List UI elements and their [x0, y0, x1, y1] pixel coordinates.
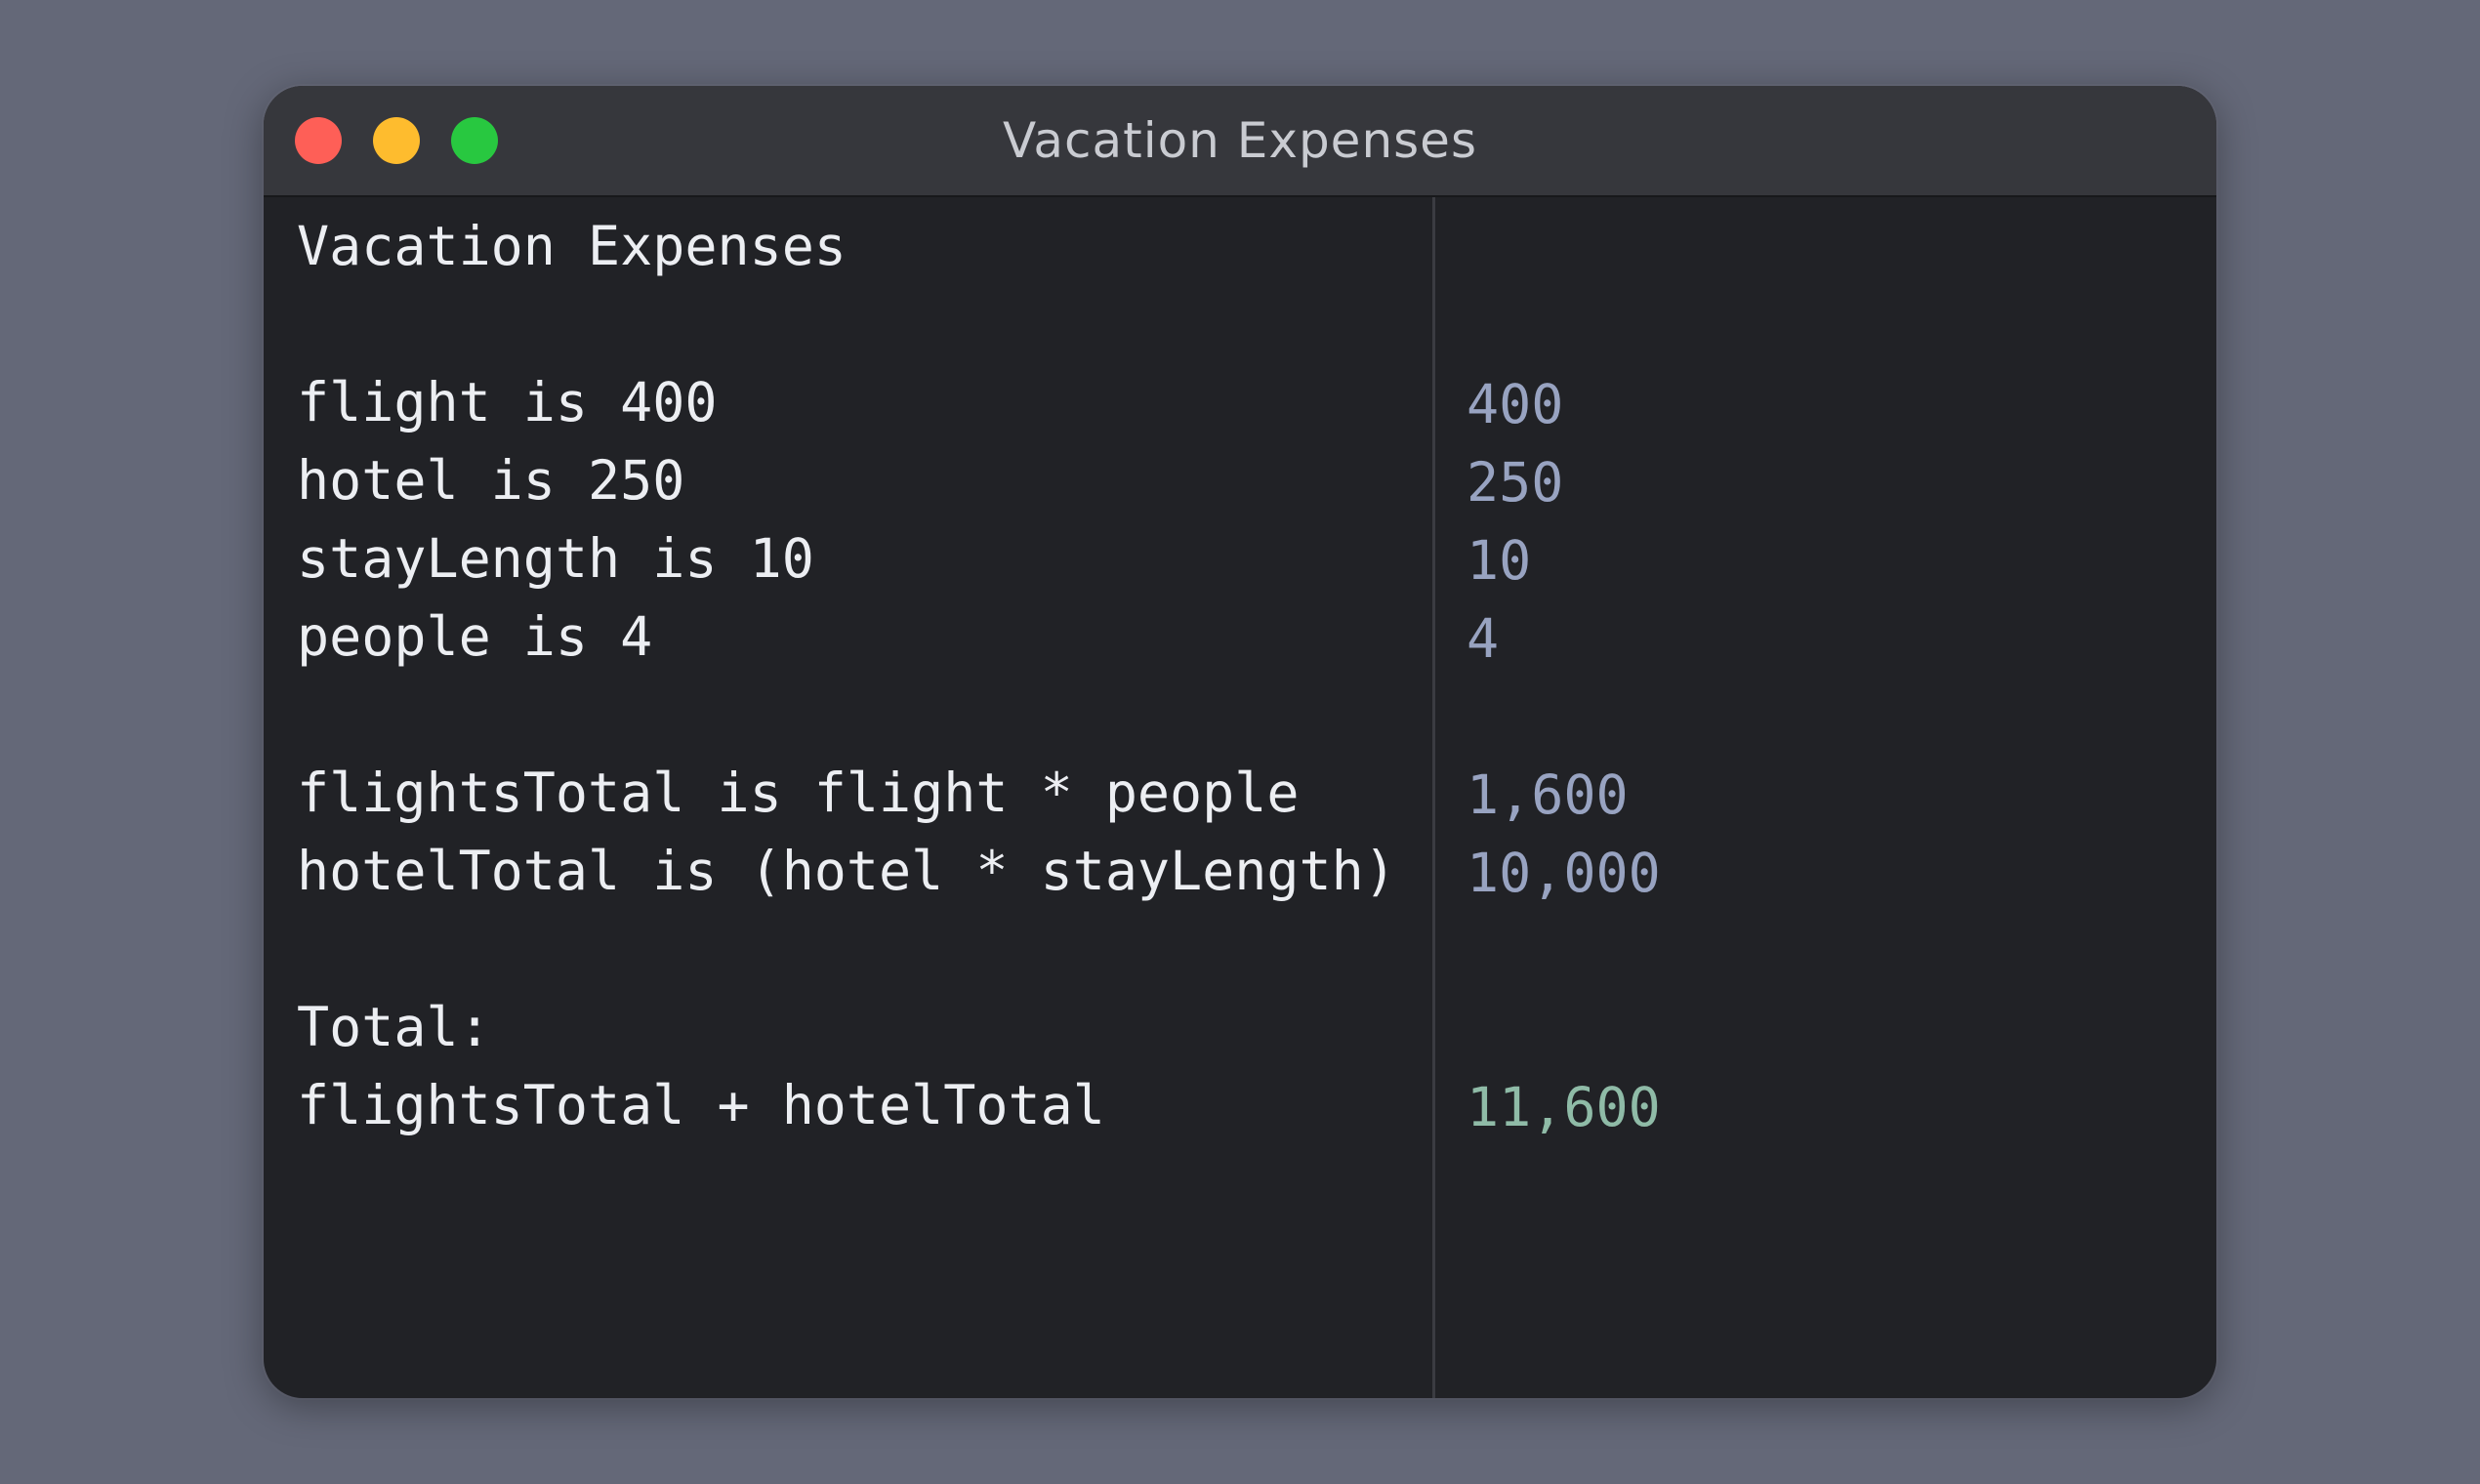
- editor-line-grand-total[interactable]: flightsTotal + hotelTotal: [297, 1066, 1105, 1144]
- editor-line-flight[interactable]: flight is 400: [297, 363, 717, 441]
- window-title: Vacation Expenses: [1003, 112, 1477, 169]
- editor-area[interactable]: Vacation Expenses flight is 400 400 hote…: [264, 197, 2216, 1398]
- result-hotel-total: 10,000: [1467, 842, 1661, 904]
- editor-line-stay-length[interactable]: stayLength is 10: [297, 519, 814, 598]
- result-flights-total: 1,600: [1467, 763, 1629, 826]
- result-stay-length: 10: [1467, 529, 1532, 592]
- result-grand-total: 11,600: [1467, 1076, 1661, 1138]
- results-divider: [1432, 197, 1435, 1398]
- editor-line-total-label[interactable]: Total:: [297, 988, 491, 1066]
- editor-line-hotel-total[interactable]: hotelTotal is (hotel * stayLength): [297, 832, 1396, 910]
- editor-line-people[interactable]: people is 4: [297, 598, 652, 676]
- result-hotel: 250: [1467, 451, 1564, 514]
- title-bar[interactable]: Vacation Expenses: [264, 86, 2216, 197]
- editor-line-flights-total[interactable]: flightsTotal is flight * people: [297, 754, 1300, 832]
- editor-line-hotel[interactable]: hotel is 250: [297, 441, 684, 519]
- calculator-window: Vacation Expenses Vacation Expenses flig…: [264, 86, 2216, 1398]
- result-people: 4: [1467, 607, 1500, 670]
- heading-line[interactable]: Vacation Expenses: [297, 207, 847, 285]
- result-flight: 400: [1467, 373, 1564, 435]
